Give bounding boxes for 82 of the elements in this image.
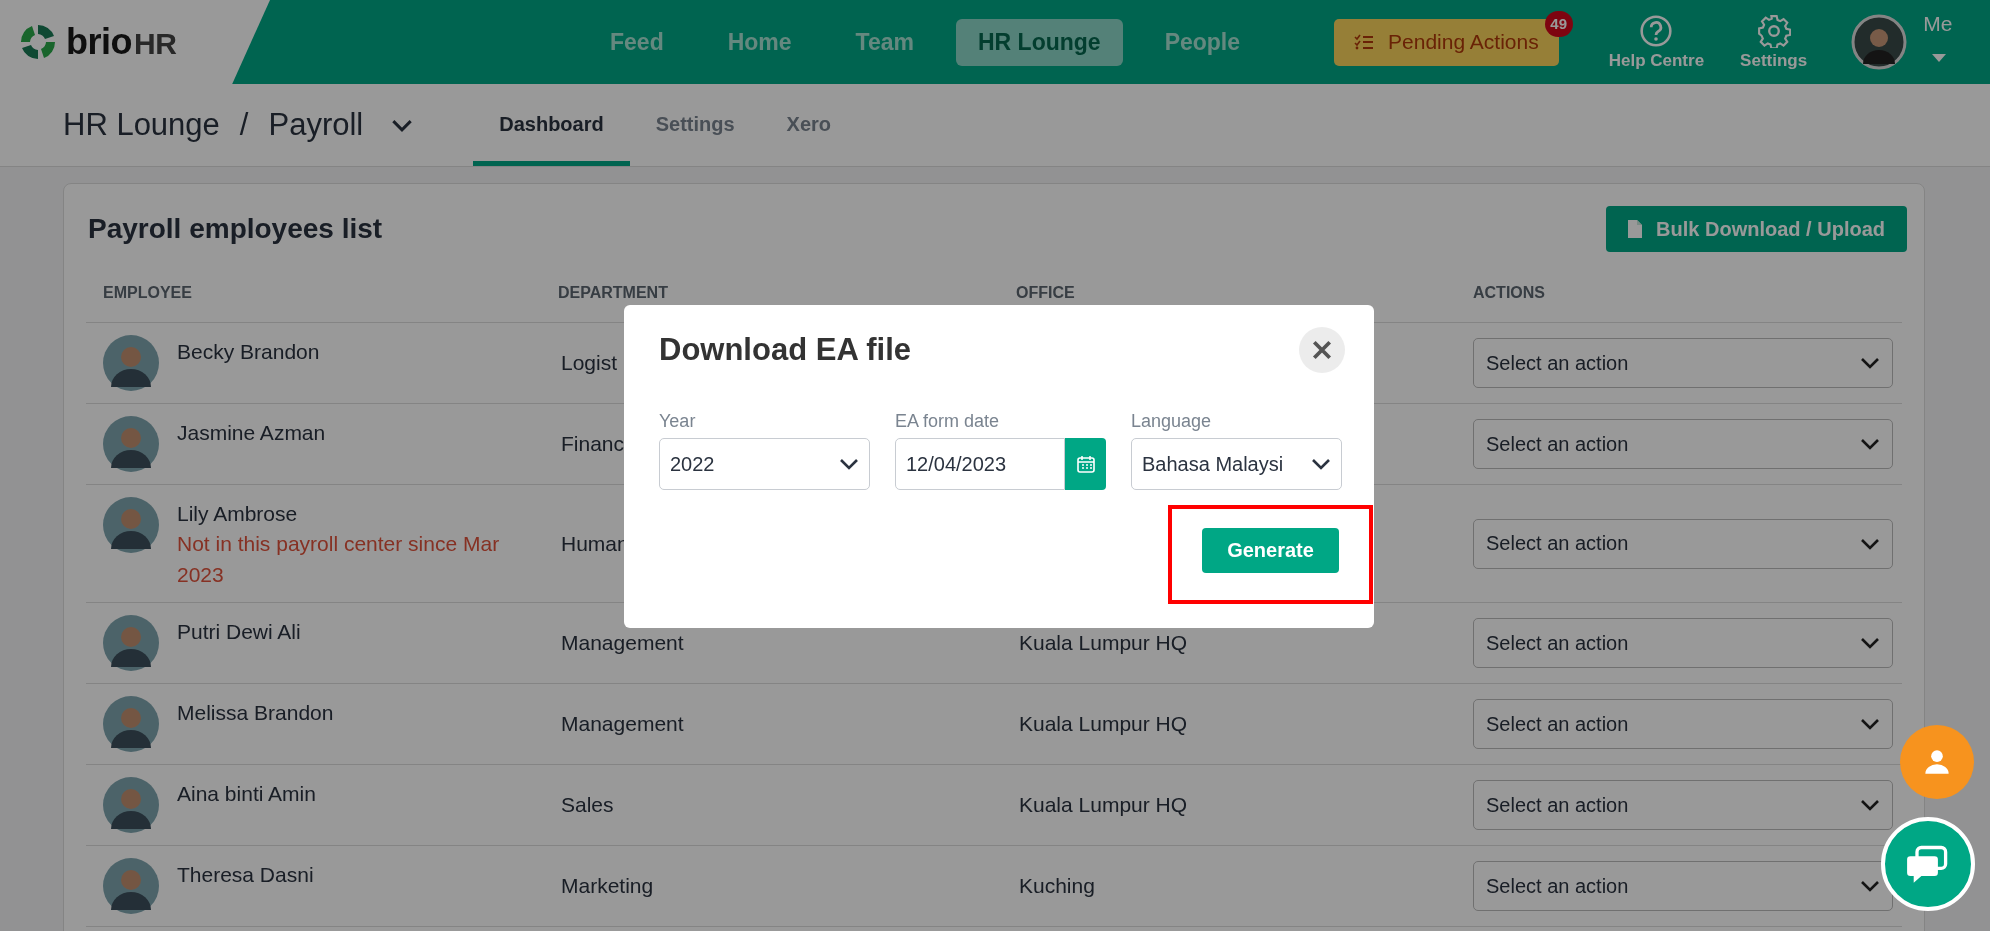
chevron-down-icon xyxy=(1860,537,1880,550)
employee-name: Aina binti Amin xyxy=(177,781,316,807)
action-select[interactable]: Select an action xyxy=(1473,780,1893,830)
caret-icon[interactable] xyxy=(1932,54,1947,62)
chevron-down-icon xyxy=(1860,880,1880,892)
chevron-down-icon xyxy=(1311,458,1331,470)
settings-icon xyxy=(1756,13,1791,48)
avatar-icon xyxy=(103,777,159,833)
field-label: EA form date xyxy=(895,411,1001,432)
avatar-icon xyxy=(103,497,159,553)
swirl-logo-icon xyxy=(18,22,58,62)
column-header: OFFICE xyxy=(1016,284,1076,302)
column-header: DEPARTMENT xyxy=(558,284,669,302)
table-cell-text: Marketing xyxy=(560,874,655,898)
toolbar-link[interactable]: Settings xyxy=(1740,13,1808,71)
person-icon xyxy=(1923,748,1951,776)
close-button[interactable] xyxy=(1299,327,1345,373)
chevron-down-icon xyxy=(1860,799,1880,811)
select-field[interactable]: Bahasa Malaysi xyxy=(1131,438,1342,490)
employee-name: Jasmine Azman xyxy=(177,420,326,446)
table-cell-text: Logist xyxy=(560,351,619,375)
calendar-icon xyxy=(1076,455,1095,473)
table-cell-text: Kuala Lumpur HQ xyxy=(1018,793,1189,817)
avatar-icon xyxy=(103,335,159,391)
toolbar-link[interactable]: Help Centre xyxy=(1608,13,1705,71)
table-cell-text: Kuching xyxy=(1018,874,1096,898)
chevron-down-icon xyxy=(1860,438,1880,450)
field-label: Language xyxy=(1131,411,1213,432)
column-header: EMPLOYEE xyxy=(103,284,193,302)
employee-name: Theresa Dasni xyxy=(177,862,314,888)
bulk-download-button[interactable]: Bulk Download / Upload xyxy=(1606,206,1907,252)
nav-link[interactable]: Home xyxy=(705,18,814,66)
action-select[interactable]: Select an action xyxy=(1473,419,1893,469)
employee-name: Melissa Brandon xyxy=(177,700,334,726)
close-icon xyxy=(1311,339,1333,361)
breadcrumb-link[interactable]: HR Lounge xyxy=(63,107,220,143)
table-cell-text: Kuala Lumpur HQ xyxy=(1018,631,1189,655)
dialog-title: Download EA file xyxy=(659,332,912,368)
table-cell-text: Sales xyxy=(560,793,615,817)
action-select[interactable]: Select an action xyxy=(1473,518,1893,569)
nav-link[interactable]: Feed xyxy=(588,18,686,66)
table-cell-text: Management xyxy=(560,712,685,736)
action-select[interactable]: Select an action xyxy=(1473,338,1893,388)
nav-link[interactable]: People xyxy=(1142,18,1263,66)
employee-name: Putri Dewi Ali xyxy=(177,619,301,645)
tab[interactable]: Dashboard xyxy=(473,84,630,166)
chevron-down-icon xyxy=(1860,357,1880,369)
chevron-down-icon xyxy=(1860,718,1880,730)
chevron-down-icon xyxy=(1860,637,1880,649)
avatar-icon[interactable] xyxy=(1851,14,1908,70)
generate-button[interactable]: Generate xyxy=(1202,528,1339,573)
table-cell-text: Financ xyxy=(560,432,626,456)
chevron-down-icon[interactable] xyxy=(391,118,414,132)
tab[interactable]: Xero xyxy=(760,84,858,166)
calendar-button[interactable] xyxy=(1065,438,1106,490)
help-icon xyxy=(1639,13,1674,48)
action-select[interactable]: Select an action xyxy=(1473,618,1893,668)
breadcrumb-current: Payroll xyxy=(268,107,364,143)
employee-name: Becky Brandon xyxy=(177,339,320,365)
table-cell-text: Kuala Lumpur HQ xyxy=(1018,712,1189,736)
logo-wordmark: brioHR xyxy=(66,21,177,63)
date-field[interactable]: 12/04/2023 xyxy=(895,438,1065,490)
breadcrumb-separator: / xyxy=(239,107,249,143)
nav-link[interactable]: Team xyxy=(833,18,936,66)
status-note: Not in this payroll center since Mar 2023 xyxy=(177,531,501,588)
card-title: Payroll employees list xyxy=(87,213,383,245)
avatar-icon xyxy=(103,858,159,914)
chevron-down-icon xyxy=(839,458,859,470)
avatar-icon xyxy=(103,615,159,671)
column-header: ACTIONS xyxy=(1473,284,1546,302)
field-label: Year xyxy=(659,411,697,432)
action-select[interactable]: Select an action xyxy=(1473,699,1893,749)
avatar-icon xyxy=(103,416,159,472)
document-icon xyxy=(1628,220,1643,238)
select-field[interactable]: 2022 xyxy=(659,438,870,490)
employee-name: Lily Ambrose xyxy=(177,501,299,527)
user-menu[interactable]: Me xyxy=(1923,12,1953,36)
tab[interactable]: Settings xyxy=(629,84,761,166)
checklist-icon xyxy=(1354,34,1375,50)
count-badge: 49 xyxy=(1544,10,1573,37)
avatar-icon xyxy=(103,696,159,752)
table-cell-text: Management xyxy=(560,631,685,655)
